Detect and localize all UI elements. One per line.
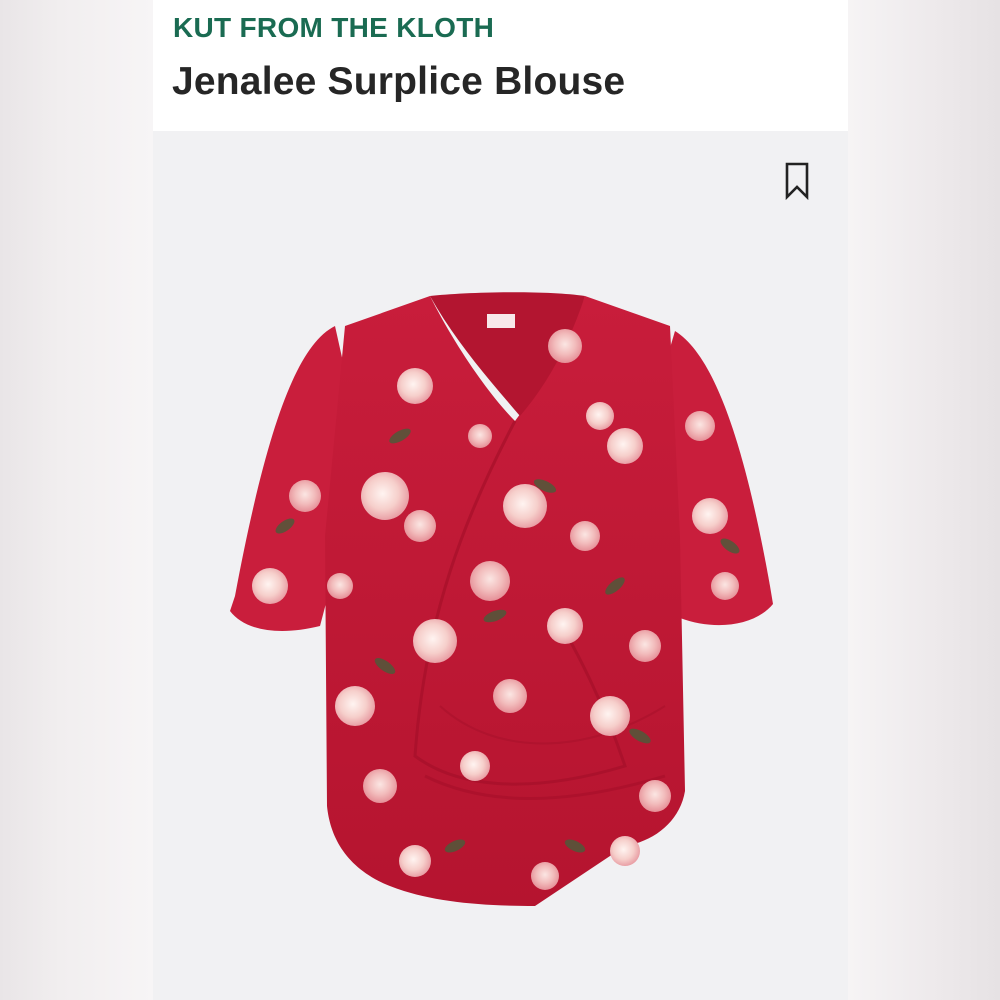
product-image-area[interactable] bbox=[153, 131, 848, 1000]
background-right bbox=[848, 0, 1000, 1000]
bookmark-icon[interactable] bbox=[783, 161, 811, 201]
product-title: Jenalee Surplice Blouse bbox=[172, 60, 626, 103]
floral-surplice-blouse-image bbox=[230, 292, 773, 906]
product-card: KUT FROM THE KLOTH Jenalee Surplice Blou… bbox=[153, 0, 848, 1000]
product-header: KUT FROM THE KLOTH Jenalee Surplice Blou… bbox=[153, 0, 848, 131]
brand-name[interactable]: KUT FROM THE KLOTH bbox=[173, 12, 494, 44]
